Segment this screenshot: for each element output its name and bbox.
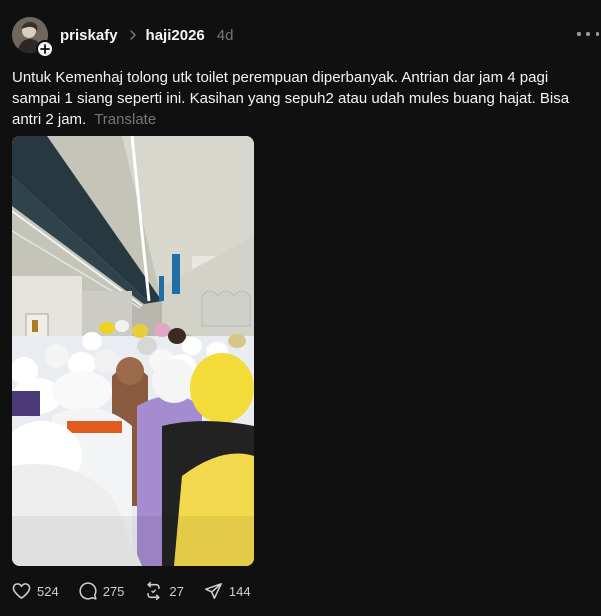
translate-link[interactable]: Translate [94,111,156,128]
like-button[interactable]: 524 [12,582,59,600]
thread-post: priskafy haji2026 4d Untuk Kemenhaj tolo… [0,0,601,616]
comment-icon [79,582,97,600]
community-link[interactable]: haji2026 [146,27,205,44]
share-count: 144 [228,583,251,599]
heart-icon [12,583,31,599]
queue-photo [12,136,254,566]
username-link[interactable]: priskafy [60,27,118,44]
chevron-right-icon [126,28,140,42]
send-icon [204,583,222,599]
avatar-container[interactable] [12,17,54,58]
repost-count: 27 [169,583,184,599]
share-button[interactable]: 144 [204,582,251,600]
post-text-container: Untuk Kemenhaj tolong utk toilet perempu… [12,67,597,130]
repost-icon [147,582,161,600]
more-dot [595,32,599,36]
post-image[interactable] [12,136,254,566]
plus-icon [40,44,50,54]
post-actions: 524 275 27 144 [12,581,251,601]
reply-button[interactable]: 275 [79,582,125,600]
like-count: 524 [37,583,59,599]
reply-count: 275 [102,583,125,599]
more-options-button[interactable] [577,27,599,41]
post-timestamp[interactable]: 4d [217,27,234,44]
follow-button[interactable] [36,40,54,58]
more-horizontal-icon [577,32,581,36]
more-dot [586,32,590,36]
repost-button[interactable]: 27 [144,582,184,600]
post-header: priskafy haji2026 4d [60,25,233,45]
